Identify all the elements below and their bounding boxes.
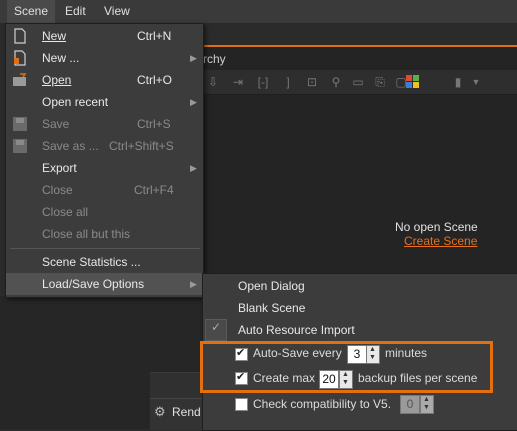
save-icon: [13, 117, 27, 131]
submenu-item-open-dialog[interactable]: Open Dialog: [203, 275, 517, 297]
submenu-arrow-icon: ▶: [190, 279, 197, 289]
menu-item-label: New: [42, 29, 67, 43]
frame-icon[interactable]: ⊡: [304, 74, 320, 90]
menu-item-label: Save as ...: [42, 139, 99, 153]
open-folder-icon: [13, 73, 27, 86]
menu-item-save[interactable]: Save Ctrl+S: [6, 113, 203, 135]
menu-item-close-all-but-this[interactable]: Close all but this: [6, 223, 203, 245]
render-tab-label: Rend: [172, 405, 201, 419]
submenu-item-label: Blank Scene: [238, 301, 306, 315]
panel-toolbar: ⇩ ⇥ [-] ] ⊡ ⚲ ▭ ⎘ ▢ ▮ ▼: [200, 70, 517, 95]
compat-checkbox[interactable]: [235, 398, 248, 411]
menu-item-open-recent[interactable]: Open recent ▶: [6, 91, 203, 113]
menu-item-label: Close all: [42, 205, 89, 219]
menu-edit[interactable]: Edit: [58, 0, 93, 23]
menu-item-shortcut: Ctrl+Shift+S: [109, 139, 174, 153]
menu-separator: [10, 248, 200, 249]
menu-item-shortcut: Ctrl+S: [137, 117, 171, 131]
menu-item-close-all[interactable]: Close all: [6, 201, 203, 223]
gear-icon: ⚙: [154, 404, 166, 419]
menu-item-scene-statistics[interactable]: Scene Statistics ...: [6, 251, 203, 273]
menu-item-label: Close all but this: [42, 227, 131, 241]
menu-item-label: Close: [42, 183, 73, 197]
comment-icon[interactable]: ▭: [350, 74, 366, 90]
menu-item-label: Scene Statistics ...: [42, 255, 141, 269]
chevron-down-icon[interactable]: ▼: [468, 74, 484, 90]
menu-item-new-from[interactable]: New ... ▶: [6, 47, 203, 69]
bracket-icon[interactable]: [-]: [255, 74, 271, 90]
compat-version-input[interactable]: 0: [400, 395, 420, 414]
save-as-icon: [13, 139, 27, 153]
link-icon[interactable]: ⎘: [372, 74, 388, 90]
menu-item-label: Load/Save Options: [42, 277, 145, 291]
submenu-arrow-icon: ▶: [190, 97, 197, 107]
menu-item-new[interactable]: New Ctrl+N: [6, 25, 203, 47]
menu-item-label: Open recent: [42, 95, 109, 109]
menu-item-export[interactable]: Export ▶: [6, 157, 203, 179]
menu-item-label: New ...: [42, 51, 80, 65]
compat-spinner[interactable]: ▲ ▼: [420, 395, 434, 414]
bookmark-icon[interactable]: ▮: [450, 74, 466, 90]
menu-item-close[interactable]: Close Ctrl+F4: [6, 179, 203, 201]
scene-menu: New Ctrl+N New ... ▶ Open Ctrl+O Open re…: [5, 23, 204, 298]
menu-item-save-as[interactable]: Save as ... Ctrl+Shift+S: [6, 135, 203, 157]
new-file-icon: [14, 28, 26, 44]
align-left-icon[interactable]: ⇥: [230, 74, 246, 90]
highlight-annotation: [200, 341, 493, 393]
create-scene-link[interactable]: Create Scene: [404, 234, 477, 248]
submenu-arrow-icon: ▶: [190, 163, 197, 173]
menu-item-load-save-options[interactable]: Load/Save Options ▶: [6, 273, 203, 295]
empty-message: No open Scene: [395, 220, 478, 234]
new-template-icon: [14, 50, 26, 66]
panel-accent-line: [200, 45, 517, 47]
menu-item-label: Open: [42, 73, 72, 87]
panel-strip: [150, 372, 202, 399]
submenu-item-blank-scene[interactable]: Blank Scene: [203, 297, 517, 319]
submenu-item-label: Open Dialog: [238, 279, 305, 293]
submenu-item-label: Auto Resource Import: [238, 323, 355, 337]
panel-title: rchy: [203, 52, 226, 66]
submenu-item-auto-resource-import[interactable]: Auto Resource Import: [203, 319, 517, 341]
menu-item-label: Save: [42, 117, 70, 131]
pin-icon[interactable]: ⚲: [328, 74, 344, 90]
menu-item-shortcut: Ctrl+F4: [134, 183, 174, 197]
submenu-arrow-icon: ▶: [190, 53, 197, 63]
menu-item-open[interactable]: Open Ctrl+O: [6, 69, 203, 91]
color-icon[interactable]: [406, 75, 419, 88]
menu-item-shortcut: Ctrl+N: [137, 29, 172, 43]
bracket-right-icon[interactable]: ]: [280, 74, 296, 90]
menu-item-label: Export: [42, 161, 77, 175]
menu-scene[interactable]: Scene: [7, 0, 56, 23]
compat-label: Check compatibility to V5.: [253, 397, 392, 411]
move-icon[interactable]: ⇩: [205, 74, 221, 90]
menu-item-shortcut: Ctrl+O: [137, 73, 173, 87]
menu-view[interactable]: View: [97, 0, 137, 23]
